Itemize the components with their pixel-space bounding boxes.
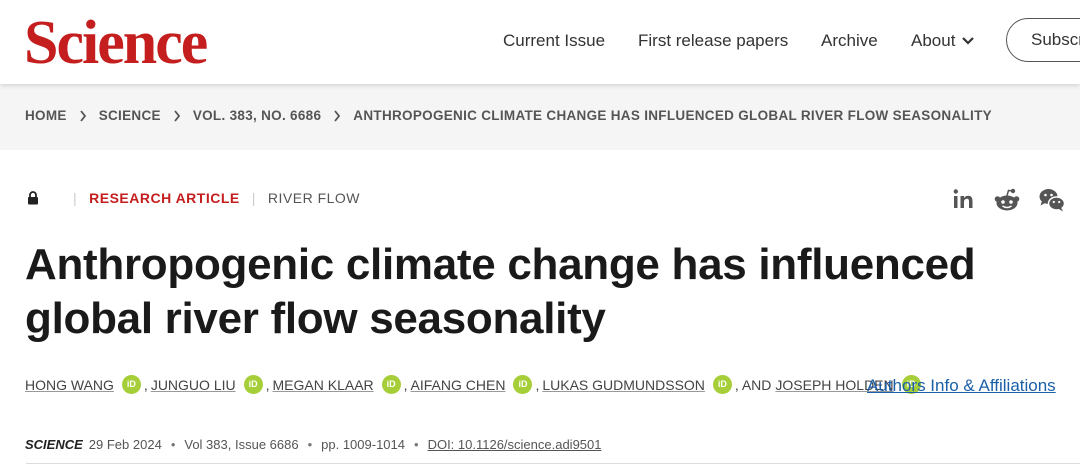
- orcid-icon[interactable]: iD: [121, 375, 141, 394]
- reddit-icon[interactable]: [994, 186, 1020, 214]
- author-name[interactable]: LUKAS GUDMUNDSSON: [542, 377, 705, 393]
- nav-about[interactable]: About: [911, 29, 975, 53]
- breadcrumb-volume[interactable]: VOL. 383, NO. 6686: [193, 108, 321, 123]
- article-meta: | RESEARCH ARTICLE | RIVER FLOW: [27, 190, 360, 206]
- nav-about-label: About: [911, 31, 956, 50]
- lock-icon: [28, 191, 38, 205]
- chevron-right-icon: [174, 109, 180, 122]
- orcid-icon[interactable]: iD: [712, 375, 732, 394]
- breadcrumb: HOME SCIENCE VOL. 383, NO. 6686 ANTHROPO…: [25, 108, 992, 123]
- author-name[interactable]: HONG WANG: [25, 377, 114, 393]
- nav-first-release-papers[interactable]: First release papers: [638, 29, 788, 53]
- author-and: AND: [741, 376, 772, 393]
- orcid-icon[interactable]: iD: [243, 375, 263, 394]
- volume-issue[interactable]: Vol 383, Issue 6686: [184, 437, 298, 452]
- orcid-icon[interactable]: iD: [381, 375, 401, 394]
- breadcrumb-article: ANTHROPOGENIC CLIMATE CHANGE HAS INFLUEN…: [353, 108, 992, 123]
- chevron-right-icon: [80, 109, 86, 122]
- author-name[interactable]: AIFANG CHEN: [411, 377, 506, 393]
- publication-date: 29 Feb 2024: [88, 437, 162, 452]
- author-name[interactable]: JUNGUO LIU: [151, 377, 236, 393]
- breadcrumb-home[interactable]: HOME: [25, 108, 67, 123]
- author-separator: ,: [403, 376, 408, 393]
- page-range: pp. 1009-1014: [321, 437, 405, 452]
- linkedin-icon[interactable]: [952, 186, 974, 214]
- section-divider: [26, 463, 1080, 464]
- journal-name: SCIENCE: [25, 437, 83, 452]
- chevron-down-icon: [962, 37, 975, 45]
- doi-link[interactable]: DOI: 10.1126/science.adi9501: [428, 437, 602, 452]
- site-header: Science Current Issue First release pape…: [0, 0, 1080, 84]
- wechat-icon[interactable]: [1038, 186, 1066, 214]
- nav-archive[interactable]: Archive: [821, 29, 878, 53]
- authors-affiliations-link[interactable]: Authors Info & Affiliations: [867, 376, 1056, 396]
- publication-info: SCIENCE 29 Feb 2024 • Vol 383, Issue 668…: [25, 437, 602, 452]
- meta-dot: •: [170, 437, 176, 452]
- author-separator: ,: [734, 376, 739, 393]
- meta-dot: •: [307, 437, 313, 452]
- author-separator: ,: [143, 376, 148, 393]
- meta-dot: •: [414, 437, 419, 452]
- meta-divider: |: [73, 190, 78, 206]
- article-type-label: RESEARCH ARTICLE: [89, 190, 240, 206]
- author-list: HONG WANG iD , JUNGUO LIU iD , MEGAN KLA…: [25, 375, 924, 394]
- author-name[interactable]: MEGAN KLAAR: [273, 377, 374, 393]
- chevron-right-icon: [334, 109, 341, 122]
- article-category[interactable]: RIVER FLOW: [268, 190, 360, 206]
- orcid-icon[interactable]: iD: [513, 375, 533, 394]
- author-separator: ,: [265, 376, 270, 393]
- breadcrumb-science[interactable]: SCIENCE: [99, 108, 161, 123]
- subscribe-button[interactable]: Subscribe: [1006, 18, 1080, 62]
- author-separator: ,: [535, 376, 540, 393]
- article-title: Anthropogenic climate change has influen…: [25, 240, 976, 343]
- science-logo[interactable]: Science: [24, 8, 208, 78]
- meta-divider: |: [251, 190, 256, 206]
- nav-current-issue[interactable]: Current Issue: [503, 29, 605, 53]
- breadcrumb-bar: HOME SCIENCE VOL. 383, NO. 6686 ANTHROPO…: [0, 84, 1080, 150]
